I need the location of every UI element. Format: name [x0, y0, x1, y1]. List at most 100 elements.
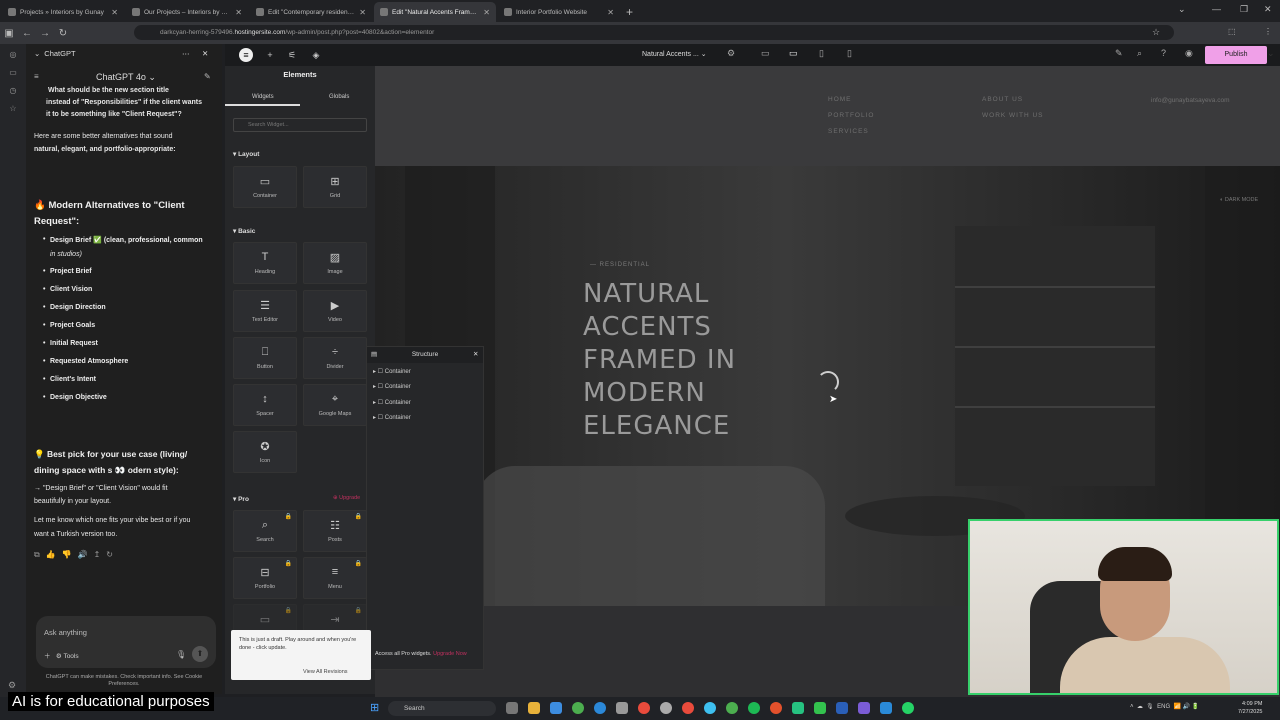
menu-kebab-icon[interactable]: ⋮: [1264, 27, 1272, 36]
browser-tab[interactable]: Projects » Interiors by Gunay ✕: [2, 2, 124, 22]
windows-start-icon[interactable]: ⊞: [370, 701, 379, 714]
browser-tab-active[interactable]: Edit "Natural Accents Framed in" ✕: [374, 2, 496, 22]
word-icon[interactable]: [836, 702, 848, 714]
browser-icon[interactable]: [550, 702, 562, 714]
settings-gear-icon[interactable]: ⚙: [8, 680, 16, 691]
app-icon[interactable]: [660, 702, 672, 714]
collapse-chevron-icon[interactable]: ⌄: [34, 49, 40, 58]
hero-title[interactable]: NATURAL ACCENTS FRAMED IN MODERN ELEGANC…: [583, 278, 783, 443]
add-element-icon[interactable]: +: [263, 48, 277, 62]
play-icon[interactable]: [814, 702, 826, 714]
app-icon[interactable]: [704, 702, 716, 714]
view-revisions-link[interactable]: View All Revisions: [303, 668, 348, 676]
chat-input-box[interactable]: Ask anything ＋ ⚙ Tools 🎙 ⬆: [36, 616, 216, 668]
device-desktop-icon[interactable]: ▭: [789, 48, 798, 59]
device-mobile-icon[interactable]: ▯: [847, 48, 852, 59]
contact-email[interactable]: info@gunaybatsayeva.com: [1151, 97, 1230, 104]
widget-divider[interactable]: ÷ Divider: [303, 337, 367, 379]
chrome-profile-icon[interactable]: [638, 702, 650, 714]
taskbar-search[interactable]: Search: [388, 701, 496, 716]
sidebar-toggle-icon[interactable]: ▣: [0, 28, 18, 39]
help-icon[interactable]: ?: [1161, 48, 1166, 58]
browser-tab[interactable]: Our Projects – Interiors by Gunay ✕: [126, 2, 248, 22]
chrome-profile-icon[interactable]: [682, 702, 694, 714]
preview-eye-icon[interactable]: ◉: [1185, 48, 1193, 59]
widget-text-editor[interactable]: ☰ Text Editor: [233, 290, 297, 332]
nav-link-about[interactable]: ABOUT US: [982, 96, 1023, 103]
vscode-icon[interactable]: [880, 702, 892, 714]
chrome-profile-icon[interactable]: [726, 702, 738, 714]
maximize-icon[interactable]: ❐: [1240, 4, 1248, 15]
task-view-icon[interactable]: [506, 702, 518, 714]
publish-button[interactable]: Publish: [1205, 46, 1267, 64]
close-panel-icon[interactable]: ✕: [202, 49, 208, 58]
device-widescreen-icon[interactable]: ▭: [761, 48, 770, 59]
elementor-logo-icon[interactable]: ≡: [239, 48, 253, 62]
tab-search-chevron-icon[interactable]: ⌄: [1178, 4, 1186, 15]
nav-link-portfolio[interactable]: PORTFOLIO: [828, 112, 874, 119]
back-icon[interactable]: ←: [18, 28, 36, 39]
browser-tab[interactable]: Interior Portfolio Website ✕: [498, 2, 620, 22]
widget-icon[interactable]: ✪ Icon: [233, 431, 297, 473]
widget-search[interactable]: 🔒 ⌕ Search: [233, 510, 297, 552]
structure-layers-icon[interactable]: ◈: [309, 48, 323, 62]
page-name-dropdown[interactable]: Natural Accents ... ⌄: [642, 50, 707, 58]
system-tray[interactable]: ˄ ☁ 🎙 ENG 📶 🔊 🔋: [1130, 703, 1199, 710]
widget-container[interactable]: ▭ Container: [233, 166, 297, 208]
forward-icon[interactable]: →: [36, 28, 54, 39]
voice-mode-button[interactable]: ⬆: [192, 646, 208, 662]
taskbar-clock[interactable]: 4:09 PM 7/27/2025: [1238, 700, 1262, 716]
section-basic-heading[interactable]: ▾ Basic: [233, 227, 255, 235]
close-tab-icon[interactable]: ✕: [607, 8, 614, 17]
extension-icon[interactable]: ⬚: [1228, 27, 1236, 36]
sidebar-menu-icon[interactable]: ≡: [34, 72, 39, 81]
chat-input[interactable]: Ask anything: [44, 628, 87, 637]
widget-grid[interactable]: ⊞ Grid: [303, 166, 367, 208]
widget-video[interactable]: ▶ Video: [303, 290, 367, 332]
upgrade-now-link[interactable]: Upgrade Now: [433, 651, 467, 657]
device-tablet-icon[interactable]: ▯: [819, 48, 824, 59]
reload-icon[interactable]: ↻: [54, 28, 72, 39]
nav-link-work-with-us[interactable]: WORK WITH US: [982, 112, 1043, 119]
close-structure-icon[interactable]: ✕: [473, 347, 478, 363]
bookmark-star-icon[interactable]: ☆: [1152, 27, 1160, 38]
nav-link-services[interactable]: SERVICES: [828, 128, 869, 135]
history-icon[interactable]: ◷: [6, 84, 20, 98]
firefox-icon[interactable]: [770, 702, 782, 714]
app-icon[interactable]: [858, 702, 870, 714]
message-action-icons[interactable]: ⧉👍👎🔊↥↻: [34, 550, 119, 560]
section-layout-heading[interactable]: ▾ Layout: [233, 150, 259, 158]
whatsapp-icon[interactable]: [902, 702, 914, 714]
chrome-icon[interactable]: [572, 702, 584, 714]
close-tab-icon[interactable]: ✕: [111, 8, 118, 17]
widget-google-maps[interactable]: ⌖ Google Maps: [303, 384, 367, 426]
widget-button[interactable]: ⎕ Button: [233, 337, 297, 379]
page-settings-icon[interactable]: ⚙: [727, 48, 735, 59]
widget-portfolio[interactable]: 🔒 ⊟ Portfolio: [233, 557, 297, 599]
tab-widgets[interactable]: Widgets: [252, 94, 274, 100]
widget-search-input[interactable]: Search Widget...: [233, 118, 367, 132]
more-options-icon[interactable]: ⋯: [182, 49, 190, 58]
structure-item[interactable]: ▸ ☐ Container: [373, 399, 411, 406]
finder-search-icon[interactable]: ⌕: [1137, 48, 1142, 59]
minimize-icon[interactable]: —: [1212, 4, 1221, 14]
tab-globals[interactable]: Globals: [329, 94, 349, 100]
widget-image[interactable]: ▨ Image: [303, 242, 367, 284]
section-pro-heading[interactable]: ▾ Pro: [233, 495, 249, 503]
close-tab-icon[interactable]: ✕: [235, 8, 242, 17]
browser-tab[interactable]: Edit "Contemporary residence" ✕: [250, 2, 372, 22]
widget-spacer[interactable]: ↕ Spacer: [233, 384, 297, 426]
spotify-icon[interactable]: [748, 702, 760, 714]
structure-item[interactable]: ▸ ☐ Container: [373, 368, 411, 375]
widget-menu[interactable]: 🔒 ≡ Menu: [303, 557, 367, 599]
close-tab-icon[interactable]: ✕: [483, 8, 490, 17]
close-window-icon[interactable]: ✕: [1264, 4, 1272, 15]
dark-mode-toggle[interactable]: ◐ DARK MODE: [1220, 197, 1258, 203]
widget-posts[interactable]: 🔒 ☷ Posts: [303, 510, 367, 552]
site-settings-icon[interactable]: ⚟: [285, 48, 299, 62]
url-field[interactable]: darkcyan-herring-579496. hostingersite.co…: [134, 25, 1174, 40]
app-icon[interactable]: [792, 702, 804, 714]
model-selector[interactable]: ChatGPT 4o ⌄: [96, 72, 156, 83]
new-chat-icon[interactable]: ✎: [204, 72, 211, 81]
new-tab-button[interactable]: +: [626, 2, 633, 22]
